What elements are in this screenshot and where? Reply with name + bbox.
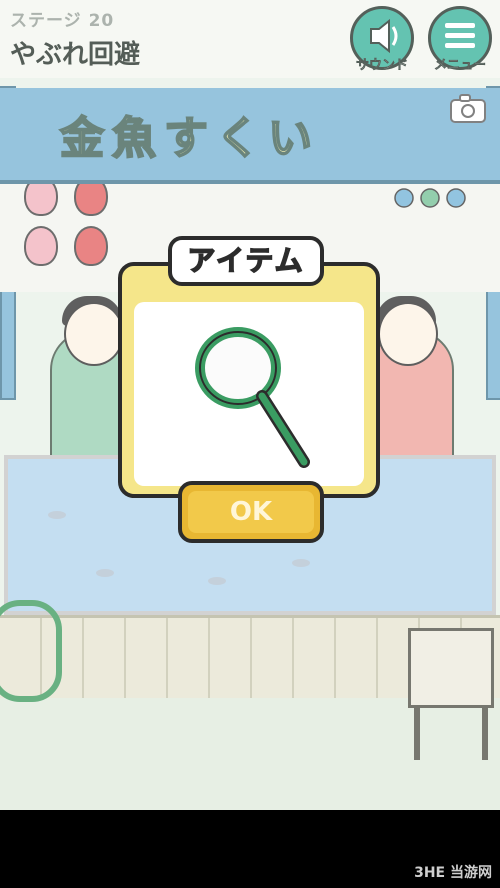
- dialog-title: アイテム: [168, 236, 324, 286]
- item-display: [134, 302, 364, 486]
- ok-button-label: OK: [229, 497, 273, 527]
- ok-button[interactable]: OK: [178, 481, 324, 543]
- watermark: 3HE 当游网: [414, 865, 492, 881]
- game-scene: ステージ 20 やぶれ回避 サウンド メニュー 金魚すくい アイテム OK: [0, 0, 500, 810]
- scoop-net-icon: [195, 327, 310, 468]
- item-dialog: [118, 262, 380, 498]
- bottom-letterbox: 3HE 当游网: [0, 810, 500, 888]
